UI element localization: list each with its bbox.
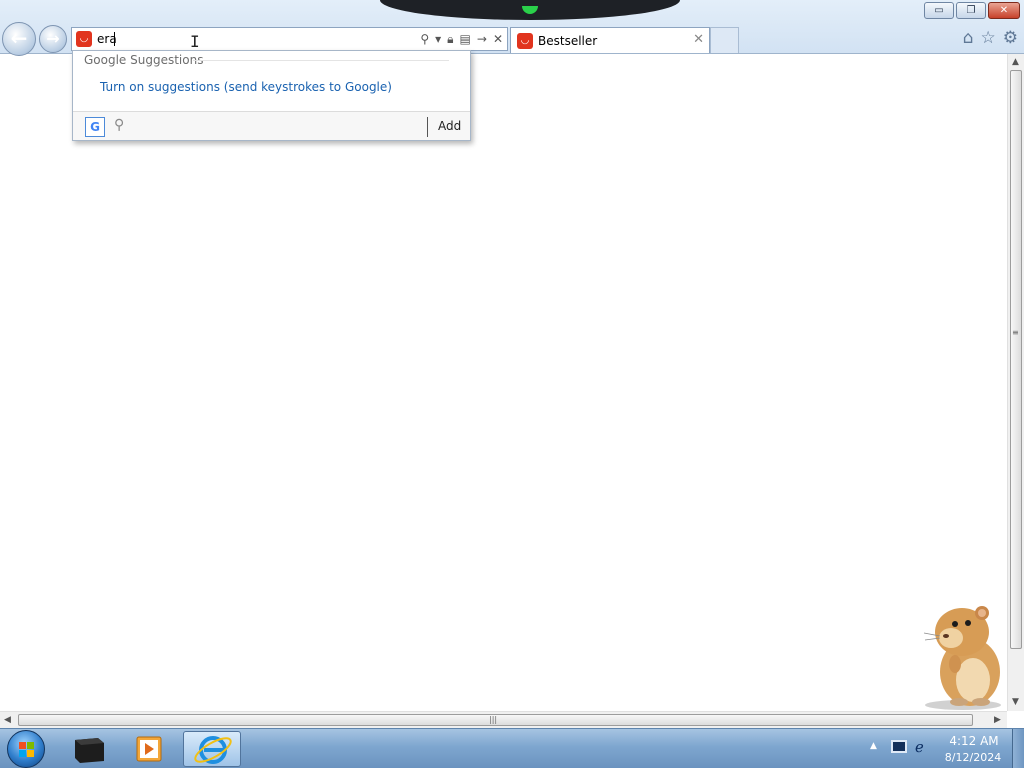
back-arrow-icon: ←	[10, 26, 28, 50]
start-button[interactable]	[7, 730, 45, 768]
search-icon[interactable]: ⚲	[420, 30, 429, 48]
ie-tray-icon[interactable]: ℯ	[915, 738, 924, 756]
hamster-mascot[interactable]	[918, 602, 1008, 710]
go-icon[interactable]: →	[477, 30, 487, 48]
taskbar-app-dark-box[interactable]	[60, 731, 118, 767]
windows-logo-icon	[19, 742, 35, 758]
address-tools: ⚲ ▾ 🔒︎ ▤ → ✕	[420, 30, 503, 48]
taskbar-internet-explorer[interactable]	[183, 731, 241, 767]
add-provider-button[interactable]: Add	[438, 119, 461, 133]
vertical-scrollbar[interactable]: ▲ ≡ ▼	[1007, 54, 1024, 711]
clock-time[interactable]: 4:12 AM	[944, 734, 1004, 748]
home-icon[interactable]: ⌂	[963, 28, 974, 48]
scroll-right-arrow-icon[interactable]: ▶	[994, 715, 1001, 725]
browser-title-bar: ▭ ❐ ✕ ← → ◡ era ⚲ ▾ 🔒︎ ▤ → ✕ I ◡ Bestsel…	[0, 0, 1024, 56]
toolbar-icons: ⌂ ☆ ⚙	[963, 28, 1018, 48]
taskbar: ▲ ℯ 4:12 AM 8/12/2024	[0, 728, 1024, 768]
turn-on-suggestions-link[interactable]: Turn on suggestions (send keystrokes to …	[100, 80, 392, 94]
show-hidden-icons-icon[interactable]: ▲	[870, 741, 877, 751]
horizontal-grip-icon: |||	[489, 715, 498, 724]
window-controls: ▭ ❐ ✕	[922, 2, 1020, 19]
scroll-down-arrow-icon[interactable]: ▼	[1012, 697, 1019, 707]
tab-close-icon[interactable]: ✕	[693, 32, 704, 47]
vertical-grip-icon: ≡	[1012, 328, 1019, 337]
header-divider	[193, 60, 449, 61]
suggestions-header: Google Suggestions	[84, 53, 204, 67]
search-provider-icon[interactable]: ⚲	[114, 117, 124, 133]
clock-date[interactable]: 8/12/2024	[942, 751, 1004, 764]
site-favicon-icon: ◡	[76, 31, 92, 47]
google-provider-icon[interactable]: G	[85, 117, 105, 137]
network-monitor-icon[interactable]	[891, 740, 907, 753]
scroll-up-arrow-icon[interactable]: ▲	[1012, 57, 1019, 67]
system-tray: ▲ ℯ 4:12 AM 8/12/2024	[866, 729, 1024, 768]
mouse-ibeam-cursor: I	[190, 32, 200, 51]
text-caret	[114, 32, 115, 46]
new-tab-button[interactable]	[710, 27, 739, 53]
tab-favicon-icon: ◡	[517, 33, 533, 49]
search-provider-bar: G ⚲ Add	[73, 111, 470, 140]
taskbar-media-player[interactable]	[121, 731, 179, 767]
address-bar[interactable]: ◡ era ⚲ ▾ 🔒︎ ▤ → ✕	[71, 27, 508, 51]
camera-notch	[380, 0, 680, 20]
footer-divider	[427, 117, 428, 137]
vertical-scroll-thumb[interactable]	[1010, 70, 1022, 649]
scroll-left-arrow-icon[interactable]: ◀	[4, 715, 11, 725]
compat-icon[interactable]: ▤	[460, 30, 471, 48]
dropdown-arrow-icon[interactable]: ▾	[435, 30, 441, 48]
minimize-button[interactable]: ▭	[924, 2, 954, 19]
internet-explorer-icon	[194, 736, 232, 764]
desktop-screen: ▭ ❐ ✕ ← → ◡ era ⚲ ▾ 🔒︎ ▤ → ✕ I ◡ Bestsel…	[0, 0, 1024, 768]
media-player-icon	[136, 736, 162, 762]
favorites-icon[interactable]: ☆	[981, 28, 996, 48]
lock-icon[interactable]: 🔒︎	[447, 30, 453, 48]
notch-indicator-light	[522, 6, 538, 14]
show-desktop-button[interactable]	[1012, 729, 1024, 768]
tab-label: Bestseller	[538, 34, 598, 48]
back-button[interactable]: ←	[2, 22, 36, 56]
forward-button[interactable]: →	[39, 25, 67, 53]
stop-icon[interactable]: ✕	[493, 30, 503, 48]
restore-button[interactable]: ❐	[956, 2, 986, 19]
horizontal-scrollbar[interactable]: ◀ ||| ▶	[0, 711, 1007, 728]
forward-arrow-icon: →	[46, 29, 60, 48]
address-suggestions-dropdown: Google Suggestions Turn on suggestions (…	[72, 50, 471, 141]
tools-gear-icon[interactable]: ⚙	[1003, 28, 1018, 48]
dark-box-icon	[75, 738, 104, 763]
tab-bestseller[interactable]: ◡ Bestseller ✕	[510, 27, 710, 53]
close-button[interactable]: ✕	[988, 2, 1020, 19]
